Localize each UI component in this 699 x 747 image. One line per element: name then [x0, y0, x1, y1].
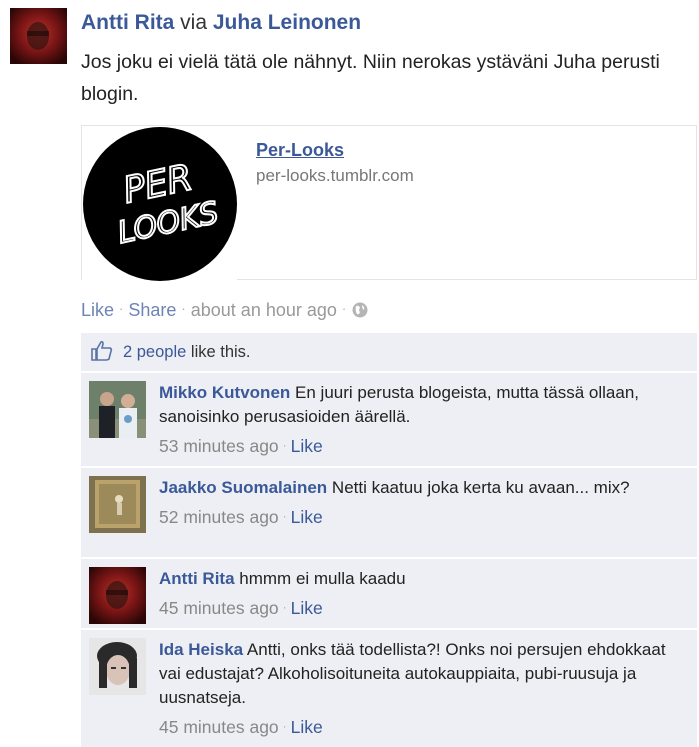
commenter-avatar[interactable]	[89, 381, 146, 438]
comment-time[interactable]: 45 minutes ago	[159, 598, 279, 618]
post-message: Jos joku ei vielä tätä ole nähnyt. Niin …	[81, 51, 660, 105]
commenter-avatar[interactable]	[89, 638, 146, 695]
comment-text: Netti kaatuu joka kerta ku avaan... mix?	[331, 478, 630, 497]
comment-author[interactable]: Antti Rita	[159, 569, 235, 588]
link-url: per-looks.tumblr.com	[256, 166, 414, 185]
comment-like-link[interactable]: Like	[291, 507, 323, 527]
comment-author[interactable]: Jaakko Suomalainen	[159, 478, 327, 497]
comment-like-link[interactable]: Like	[291, 717, 323, 737]
comment-like-link[interactable]: Like	[291, 436, 323, 456]
link-attachment[interactable]: PER LOOKS Per-Looks per-looks.tumblr.com	[81, 125, 697, 281]
likes-suffix: like this.	[190, 343, 251, 361]
post-actions: Like · Share · about an hour ago ·	[81, 300, 369, 324]
comment-text: hmmm ei mulla kaadu	[239, 569, 406, 588]
commenter-avatar[interactable]	[89, 567, 146, 624]
comment-time[interactable]: 53 minutes ago	[159, 436, 279, 456]
comment-author[interactable]: Ida Heiska	[159, 640, 243, 659]
comment-time[interactable]: 52 minutes ago	[159, 507, 279, 527]
per-looks-logo: PER LOOKS	[82, 126, 237, 281]
poster-avatar[interactable]	[10, 8, 67, 64]
via-author-link[interactable]: Juha Leinonen	[213, 11, 361, 34]
comment: Jaakko Suomalainen Netti kaatuu joka ker…	[81, 468, 697, 557]
link-title[interactable]: Per-Looks	[256, 140, 344, 161]
globe-icon[interactable]	[351, 301, 369, 324]
comment: Ida Heiska Antti, onks tää todellista?! …	[81, 630, 697, 747]
link-thumbnail[interactable]: PER LOOKS	[82, 126, 237, 281]
comment-author[interactable]: Mikko Kutvonen	[159, 383, 290, 402]
share-link[interactable]: Share	[128, 300, 176, 320]
commenter-avatar[interactable]	[89, 476, 146, 533]
like-link[interactable]: Like	[81, 300, 114, 320]
likes-summary: 2 people like this.	[81, 333, 697, 371]
post-header: Antti Rita via Juha Leinonen	[81, 9, 361, 37]
author-link[interactable]: Antti Rita	[81, 11, 174, 34]
post-timestamp[interactable]: about an hour ago	[191, 300, 337, 320]
comment-like-link[interactable]: Like	[291, 598, 323, 618]
comment: Antti Rita hmmm ei mulla kaadu 45 minute…	[81, 559, 697, 628]
comment: Mikko Kutvonen En juuri perusta blogeist…	[81, 373, 697, 466]
via-text: via	[180, 11, 208, 34]
likers-link[interactable]: 2 people	[123, 343, 186, 361]
comment-time[interactable]: 45 minutes ago	[159, 717, 279, 737]
thumbs-up-icon	[91, 340, 113, 366]
